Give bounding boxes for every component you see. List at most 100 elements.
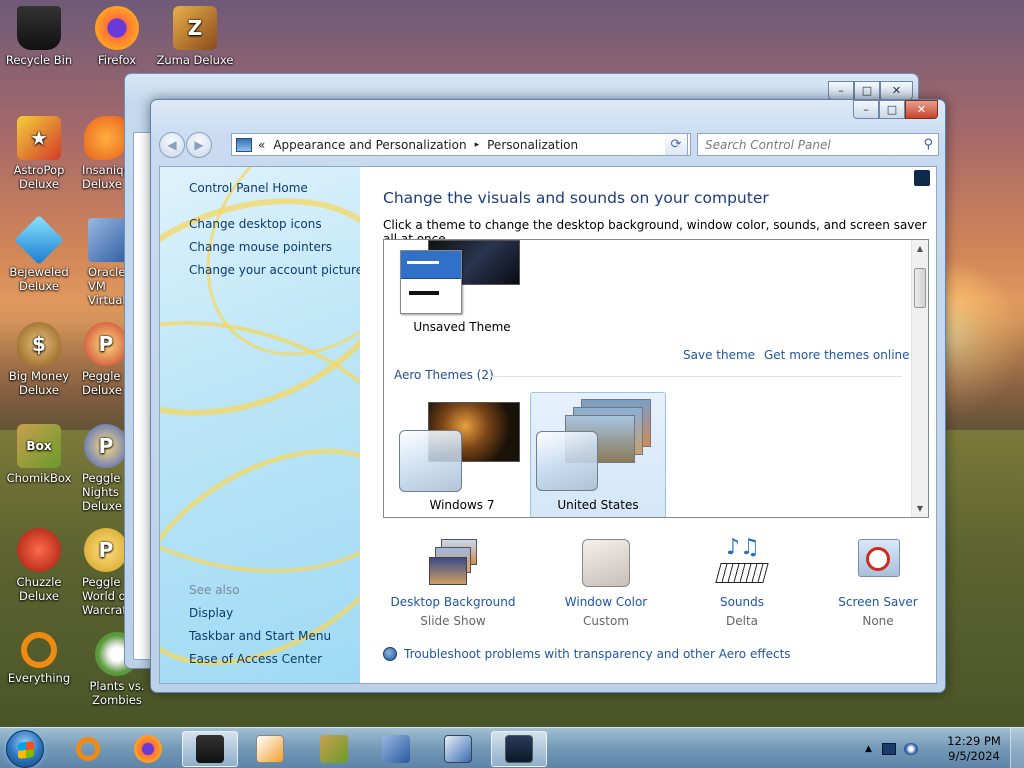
magnifier-icon (21, 632, 57, 668)
sounds-link[interactable]: Sounds (667, 595, 817, 609)
desktop-icon-bejeweled[interactable]: Bejeweled Deluxe (0, 215, 78, 293)
taskbar-start-menu-link[interactable]: Taskbar and Start Menu (189, 629, 331, 643)
unsaved-theme-label[interactable]: Unsaved Theme (384, 320, 540, 334)
desktop-icon-everything[interactable]: Everything (0, 632, 78, 685)
gem-icon (14, 215, 64, 265)
fish-icon (84, 116, 128, 160)
sounds-icon: ♪♫ (715, 537, 769, 589)
desktop-background-option[interactable]: Desktop Background Slide Show (378, 537, 528, 628)
troubleshoot-link[interactable]: Troubleshoot problems with transparency … (383, 647, 791, 661)
united-states-theme-label: United States (557, 498, 639, 512)
breadcrumb-appearance[interactable]: Appearance and Personalization (273, 138, 466, 152)
clock[interactable]: 12:29 PM 9/5/2024 (940, 734, 1008, 764)
taskbar-virtualbox[interactable] (368, 731, 424, 767)
desktop-icon-peggle[interactable]: P Peggle Deluxe (78, 322, 130, 397)
caption-buttons: – □ ✕ (853, 100, 938, 119)
desktop-icon-label: Firefox (97, 53, 137, 67)
taskbar-everything[interactable] (60, 731, 116, 767)
get-more-themes-link[interactable]: Get more themes online (764, 348, 910, 362)
desktop-background-link[interactable]: Desktop Background (378, 595, 528, 609)
desktop-icon-chuzzle[interactable]: Chuzzle Deluxe (0, 528, 78, 603)
screen-saver-link[interactable]: Screen Saver (803, 595, 936, 609)
windows-logo-icon (18, 741, 34, 759)
control-panel-icon (236, 137, 252, 152)
display-link[interactable]: Display (189, 606, 233, 620)
recycle-bin-icon (17, 6, 61, 50)
window-color-link[interactable]: Window Color (531, 595, 681, 609)
maximize-button[interactable]: □ (879, 100, 905, 119)
change-account-picture-link[interactable]: Change your account picture (189, 263, 360, 277)
search-icon[interactable]: ⚲ (923, 137, 933, 152)
desktop-icon-label: Insaniquarium Deluxe (82, 163, 130, 191)
change-desktop-icons-link[interactable]: Change desktop icons (189, 217, 322, 231)
desktop-icon-insaniquarium[interactable]: Insaniquarium Deluxe (78, 116, 130, 191)
minimize-button[interactable]: – (828, 81, 854, 100)
desktop-icon-label: Peggle Deluxe (82, 369, 122, 397)
media-player-icon (256, 735, 284, 763)
background-window-caption-buttons: – □ ✕ (828, 81, 913, 100)
desktop-icon-zuma[interactable]: Z Zuma Deluxe (156, 6, 234, 67)
desktop-icon-recycle-bin[interactable]: Recycle Bin (0, 6, 78, 67)
taskbar-control-panel[interactable] (491, 731, 547, 767)
sounds-option[interactable]: ♪♫ Sounds Delta (667, 537, 817, 628)
start-button[interactable] (6, 730, 44, 768)
help-icon[interactable] (914, 170, 930, 186)
desktop-icon-peggle-wow[interactable]: P Peggle World of Warcraft (78, 528, 130, 617)
show-desktop-button[interactable] (1010, 728, 1024, 768)
main-pane: Change the visuals and sounds on your co… (360, 167, 936, 683)
desktop-icon-big-money[interactable]: $ Big Money Deluxe (0, 322, 78, 397)
address-bar[interactable]: « Appearance and Personalization ▸ Perso… (231, 133, 691, 156)
taskbar-window-1[interactable] (182, 731, 238, 767)
breadcrumb-personalization[interactable]: Personalization (487, 138, 578, 152)
taskbar-chomikbox[interactable] (306, 731, 362, 767)
taskbar-network[interactable] (430, 731, 486, 767)
ease-of-access-link[interactable]: Ease of Access Center (189, 652, 322, 666)
refresh-button[interactable]: ⟳ (665, 133, 688, 156)
forward-button[interactable]: ▶ (186, 132, 212, 158)
window-color-value: Custom (583, 614, 629, 628)
close-button[interactable]: ✕ (880, 81, 913, 100)
minimize-button[interactable]: – (853, 100, 879, 119)
desktop-icon-label: Chuzzle Deluxe (16, 575, 62, 603)
aero-themes-group-header[interactable]: Aero Themes (2) (394, 368, 494, 382)
personalization-window[interactable]: – □ ✕ ◀ ▶ « Appearance and Personalizati… (150, 99, 946, 693)
maximize-button[interactable]: □ (854, 81, 880, 100)
back-button[interactable]: ◀ (159, 132, 185, 158)
change-mouse-pointers-link[interactable]: Change mouse pointers (189, 240, 332, 254)
desktop-icon-firefox[interactable]: Firefox (78, 6, 156, 67)
windows7-theme-glass[interactable] (399, 430, 462, 492)
unsaved-theme-thumbnail[interactable] (400, 250, 462, 314)
troubleshoot-label[interactable]: Troubleshoot problems with transparency … (404, 647, 791, 661)
desktop-icon-astropop[interactable]: ★ AstroPop Deluxe (0, 116, 78, 191)
taskbar-media-player[interactable] (242, 731, 298, 767)
breadcrumb-arrow-icon[interactable]: ▸ (475, 140, 480, 150)
theme-list-scrollbar[interactable]: ▲ ▼ (911, 240, 928, 517)
desktop-icon-chomikbox[interactable]: Box ChomikBox (0, 424, 78, 485)
desktop-icon-virtualbox[interactable]: Oracle VM VirtualBox (78, 218, 130, 307)
network-tray-icon[interactable] (903, 742, 918, 755)
sounds-value: Delta (725, 614, 758, 628)
control-panel-home-link[interactable]: Control Panel Home (189, 181, 308, 195)
chuzzle-icon (17, 528, 61, 572)
scrollbar-thumb[interactable] (914, 268, 926, 308)
tray-expand-icon[interactable]: ▲ (865, 744, 872, 754)
scroll-up-icon[interactable]: ▲ (912, 240, 928, 257)
scroll-down-icon[interactable]: ▼ (912, 500, 928, 517)
close-button[interactable]: ✕ (905, 100, 938, 119)
desktop-icon-peggle-nights[interactable]: P Peggle Nights Deluxe (78, 424, 130, 513)
search-input[interactable]: Search Control Panel ⚲ (697, 133, 939, 156)
action-center-icon[interactable] (881, 742, 896, 755)
united-states-theme-selected[interactable]: United States (530, 392, 666, 517)
desktop-icon-label: Big Money Deluxe (8, 369, 70, 397)
theme-list[interactable]: Unsaved Theme Save theme Get more themes… (383, 239, 929, 518)
window-color-option[interactable]: Window Color Custom (531, 537, 681, 628)
breadcrumb-overflow[interactable]: « (258, 138, 265, 152)
taskbar-firefox[interactable] (120, 731, 176, 767)
navigation-bar: ◀ ▶ « Appearance and Personalization ▸ P… (159, 130, 939, 160)
desktop-icon-label: AstroPop Deluxe (13, 163, 65, 191)
screen-saver-option[interactable]: Screen Saver None (803, 537, 936, 628)
firefox-icon (134, 735, 162, 763)
taskbar: ▲ 12:29 PM 9/5/2024 (0, 727, 1024, 768)
windows7-theme-label[interactable]: Windows 7 (384, 498, 540, 512)
save-theme-link[interactable]: Save theme (683, 348, 755, 362)
